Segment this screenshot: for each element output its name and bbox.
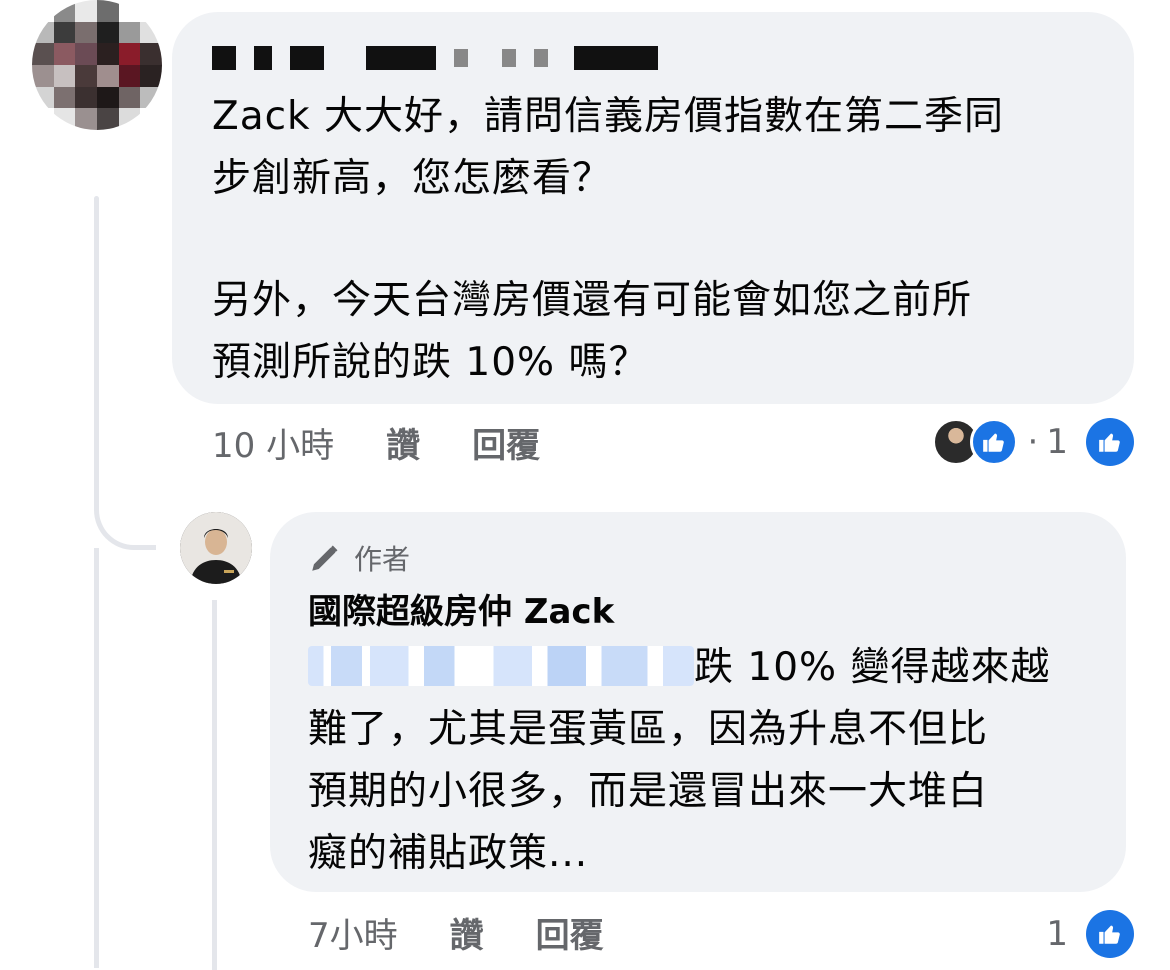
reply-button[interactable]: 回覆	[536, 908, 604, 957]
commenter-avatar[interactable]	[32, 0, 162, 130]
like-button[interactable]: 讚	[386, 418, 420, 467]
like-icon[interactable]	[1086, 418, 1134, 466]
comment-time[interactable]: 10 小時	[212, 418, 334, 467]
mention-tag-redacted[interactable]	[308, 646, 694, 686]
reply-time[interactable]: 7小時	[308, 908, 398, 957]
like-icon[interactable]	[1086, 910, 1134, 958]
thread-line	[94, 196, 99, 506]
reply-author-name[interactable]: 國際超級房仲 Zack	[308, 584, 614, 633]
reply-button[interactable]: 回覆	[472, 418, 540, 467]
reply-text: 跌 10% 變得越來越 難了，尤其是蛋黃區，因為升息不但比 預期的小很多，而是還…	[308, 637, 1108, 885]
thread-line	[94, 548, 99, 968]
author-badge: 作者	[308, 538, 410, 578]
comment-text: Zack 大大好，請問信義房價指數在第二季同 步創新高，您怎麼看？	[212, 94, 1005, 201]
reaction-summary[interactable]: · 1	[931, 414, 1134, 470]
reply-thread-line	[212, 600, 217, 970]
thread-line-curve	[94, 470, 156, 550]
avatar[interactable]	[180, 512, 252, 584]
pen-icon	[312, 545, 338, 571]
reply-meta: 7小時 讚 回覆	[308, 908, 656, 956]
comment-meta: 10 小時 讚 回覆	[212, 418, 592, 466]
commenter-name-redacted	[212, 40, 658, 76]
author-badge-label: 作者	[354, 543, 411, 576]
reaction-count: 1	[1046, 914, 1068, 954]
like-icon	[969, 418, 1018, 466]
reaction-separator: ·	[1027, 422, 1039, 462]
reaction-summary[interactable]: 1	[1046, 906, 1134, 962]
like-button[interactable]: 讚	[450, 908, 484, 957]
comment-text: 另外，今天台灣房價還有可能會如您之前所 預測所說的跌 10% 嗎？	[212, 278, 973, 385]
reaction-count: 1	[1046, 422, 1068, 462]
